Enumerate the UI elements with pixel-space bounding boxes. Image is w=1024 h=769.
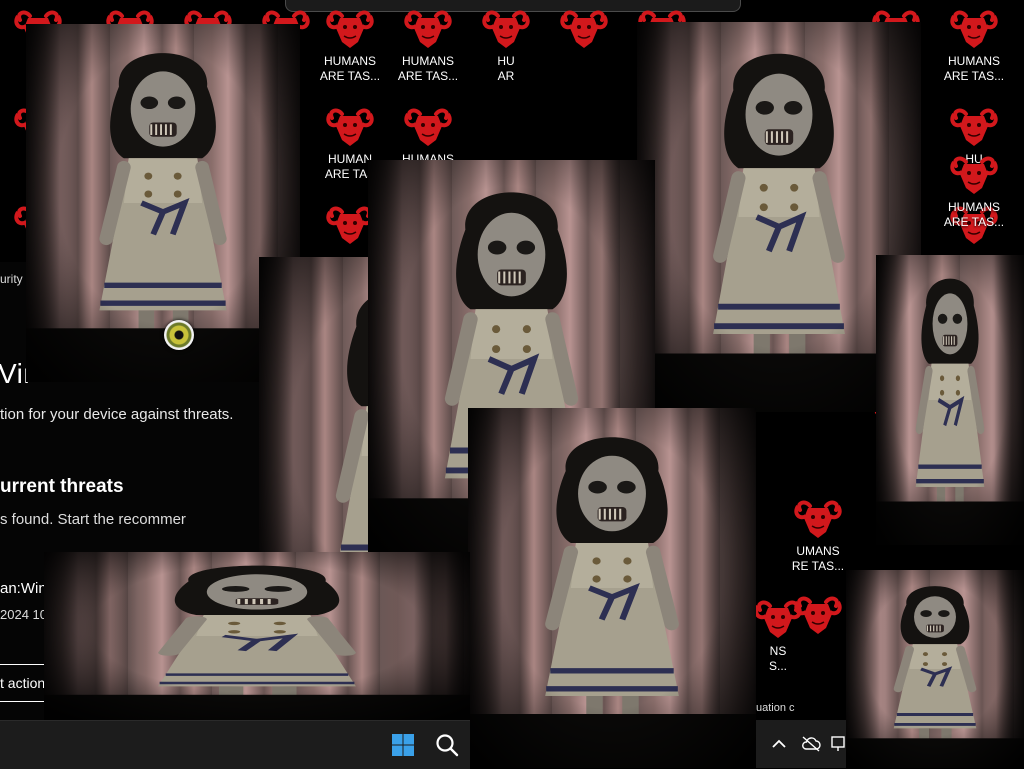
devil-head-icon — [468, 10, 544, 50]
desktop-icon[interactable]: HUMANS ARE TAS... — [936, 10, 1012, 84]
search-icon[interactable] — [430, 728, 464, 762]
desktop-icon-label: HUMANS ARE TAS... — [397, 54, 459, 83]
devil-head-icon — [312, 10, 388, 50]
desktop-icon[interactable]: HUMANS ARE TAS... — [390, 10, 466, 84]
desktop-icon-label: HU AR — [497, 54, 515, 83]
desktop-icon-label: HUMANS ARE TAS... — [943, 200, 1005, 229]
scary-doll-popup-image — [846, 570, 1024, 768]
desktop-icon[interactable]: HU AR — [468, 10, 544, 84]
desktop-icon-label: HUMANS ARE TAS... — [943, 54, 1005, 83]
threats-found-text: s found. Start the recommer — [0, 511, 186, 528]
devil-head-icon — [936, 156, 1012, 196]
devil-head-icon — [312, 108, 388, 148]
desktop-icon[interactable]: HUMANS ARE TAS... — [936, 156, 1012, 230]
eyeball-cursor-icon — [164, 320, 194, 350]
desktop-icon[interactable]: UMANS RE TAS... — [780, 500, 856, 574]
devil-head-icon[interactable] — [546, 10, 622, 54]
scary-doll-popup-image — [468, 408, 756, 768]
devil-head-icon — [780, 500, 856, 540]
window-tab-label: urity — [0, 272, 23, 286]
cloud-offline-icon[interactable] — [794, 727, 828, 761]
desktop-icon[interactable]: HUMANS ARE TAS... — [312, 10, 388, 84]
desktop-icon-label: HUMANS ARE TAS... — [319, 54, 381, 83]
devil-head-icon — [390, 10, 466, 50]
tray-notification-text: uation c — [756, 702, 795, 714]
display-icon[interactable] — [828, 727, 848, 761]
scary-doll-popup-image — [44, 552, 470, 720]
desktop-icon-label: UMANS RE TAS... — [791, 544, 845, 573]
devil-head-icon — [936, 10, 1012, 50]
chevron-up-icon[interactable] — [762, 727, 796, 761]
system-tray: uation c — [756, 702, 848, 768]
devil-head-icon — [390, 108, 466, 148]
taskbar — [0, 720, 470, 769]
windows-logo-icon[interactable] — [386, 728, 420, 762]
current-threats-heading: urrent threats — [0, 476, 124, 497]
devil-head-icon — [936, 108, 1012, 148]
page-subtitle: tion for your device against threats. — [0, 406, 234, 423]
scary-doll-popup-image — [876, 255, 1024, 545]
